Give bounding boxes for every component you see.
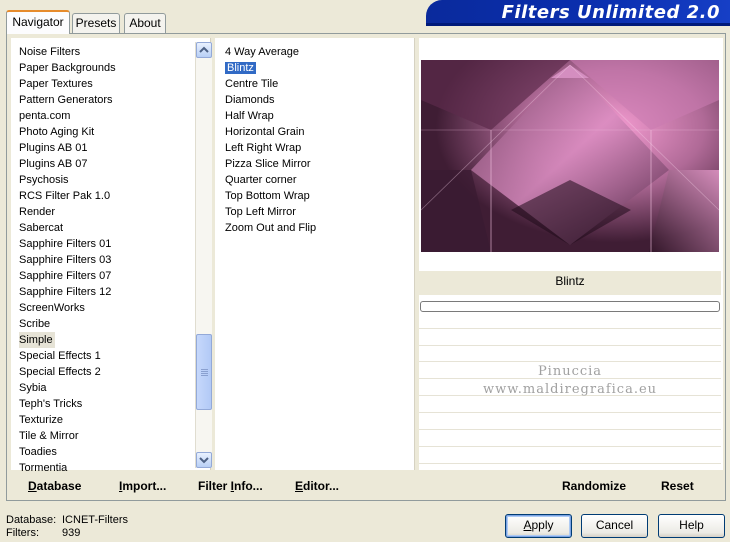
watermark-url: www.maldiregrafica.eu [482, 382, 658, 397]
category-item[interactable]: Teph's Tricks [19, 396, 189, 412]
filters-count: 939 [62, 527, 81, 539]
category-item[interactable]: Sabercat [19, 220, 189, 236]
param-row-divider [419, 328, 721, 329]
category-item[interactable]: penta.com [19, 108, 189, 124]
filter-item-label: Pizza Slice Mirror [225, 158, 311, 170]
filter-item-label: Centre Tile [225, 78, 279, 90]
filter-item[interactable]: Diamonds [225, 92, 405, 108]
scrollbar-thumb[interactable] [196, 334, 212, 410]
filter-item-label: Zoom Out and Flip [225, 222, 317, 234]
database-label: Database: [6, 514, 57, 526]
category-item[interactable]: Noise Filters [19, 44, 189, 60]
preview-image [421, 60, 719, 252]
category-item[interactable]: Paper Backgrounds [19, 60, 189, 76]
filter-info-button[interactable]: Filter Info... [198, 479, 263, 493]
category-item[interactable]: Sapphire Filters 07 [19, 268, 189, 284]
editor-button[interactable]: Editor... [295, 479, 339, 493]
category-item[interactable]: Plugins AB 07 [19, 156, 189, 172]
category-list[interactable]: Noise Filters Paper Backgrounds Paper Text… [19, 44, 189, 476]
database-button[interactable]: Database [28, 479, 81, 493]
filter-item-label: 4 Way Average [225, 46, 299, 58]
filter-item-label: Half Wrap [225, 110, 274, 122]
param-row-divider [419, 463, 721, 464]
category-item[interactable]: Tile & Mirror [19, 428, 189, 444]
category-item[interactable]: Special Effects 1 [19, 348, 189, 364]
filter-item[interactable]: Pizza Slice Mirror [225, 156, 405, 172]
cancel-button[interactable]: Cancel [581, 514, 648, 538]
param-row-divider [419, 429, 721, 430]
filter-list-pane: 4 Way Average Blintz Centre Tile Diamonds Ha… [215, 38, 415, 470]
category-item[interactable]: Photo Aging Kit [19, 124, 189, 140]
status-area: Database: ICNET-Filters Filters: 939 [6, 514, 128, 540]
navigator-panel: Noise Filters Paper Backgrounds Paper Text… [6, 33, 726, 501]
watermark-name: Pinuccia [537, 364, 603, 379]
category-item[interactable]: Sybia [19, 380, 189, 396]
category-item[interactable]: Pattern Generators [19, 92, 189, 108]
filter-item[interactable]: Left Right Wrap [225, 140, 405, 156]
chevron-up-icon[interactable] [196, 42, 212, 58]
brand-title: Filters Unlimited 2.0 [501, 2, 720, 23]
category-item[interactable]: Special Effects 2 [19, 364, 189, 380]
category-list-pane: Noise Filters Paper Backgrounds Paper Text… [11, 38, 212, 474]
tab-about[interactable]: About [124, 13, 166, 33]
filter-item[interactable]: Half Wrap [225, 108, 405, 124]
filter-list[interactable]: 4 Way Average Blintz Centre Tile Diamonds Ha… [225, 44, 405, 236]
category-item[interactable]: Paper Textures [19, 76, 189, 92]
tab-presets[interactable]: Presets [72, 13, 120, 33]
filter-item[interactable]: Quarter corner [225, 172, 405, 188]
category-item[interactable]: Scribe [19, 316, 189, 332]
filter-item-label: Diamonds [225, 94, 275, 106]
param-row-divider [419, 361, 721, 362]
filter-item-label: Left Right Wrap [225, 142, 302, 154]
preview-pane: Blintz Pinuccia www.maldiregrafica.eu [419, 38, 723, 470]
category-item[interactable]: Sapphire Filters 12 [19, 284, 189, 300]
apply-button[interactable]: Apply [505, 514, 572, 538]
category-item[interactable]: Plugins AB 01 [19, 140, 189, 156]
category-item[interactable]: Toadies [19, 444, 189, 460]
import-button[interactable]: Import... [119, 479, 166, 493]
filter-item-label: Horizontal Grain [225, 126, 305, 138]
help-button[interactable]: Help [658, 514, 725, 538]
filter-item-label: Top Bottom Wrap [225, 190, 310, 202]
param-row-divider [419, 412, 721, 413]
filter-name-label: Blintz [555, 274, 585, 288]
category-item[interactable]: Simple [19, 332, 55, 348]
progress-bar [420, 301, 720, 312]
category-scrollbar[interactable] [195, 42, 212, 468]
filter-item-label: Quarter corner [225, 174, 297, 186]
brand-banner: Filters Unlimited 2.0 [426, 0, 730, 26]
category-item[interactable]: Render [19, 204, 189, 220]
param-row-divider [419, 446, 721, 447]
filter-item[interactable]: Zoom Out and Flip [225, 220, 405, 236]
category-item[interactable]: RCS Filter Pak 1.0 [19, 188, 189, 204]
filter-item-label: Top Left Mirror [225, 206, 296, 218]
category-item[interactable]: Texturize [19, 412, 189, 428]
filter-item[interactable]: Top Left Mirror [225, 204, 405, 220]
category-item[interactable]: Sapphire Filters 03 [19, 252, 189, 268]
database-value: ICNET-Filters [62, 514, 128, 526]
param-row-divider [419, 345, 721, 346]
filter-item-label: Blintz [225, 62, 256, 74]
category-item[interactable]: Psychosis [19, 172, 189, 188]
chevron-down-icon[interactable] [196, 452, 212, 468]
filter-item[interactable]: Blintz [225, 60, 405, 76]
bottom-toolbar: Database Import... Filter Info... Editor… [11, 472, 723, 500]
filter-item[interactable]: 4 Way Average [225, 44, 405, 60]
randomize-button[interactable]: Randomize [562, 479, 626, 493]
filter-item[interactable]: Horizontal Grain [225, 124, 405, 140]
filter-name-strip: Blintz [419, 271, 721, 295]
category-item[interactable]: ScreenWorks [19, 300, 189, 316]
filters-label: Filters: [6, 527, 39, 539]
category-item[interactable]: Sapphire Filters 01 [19, 236, 189, 252]
filter-item[interactable]: Centre Tile [225, 76, 405, 92]
reset-button[interactable]: Reset [661, 479, 694, 493]
tab-navigator[interactable]: Navigator [6, 10, 70, 34]
filter-item[interactable]: Top Bottom Wrap [225, 188, 405, 204]
